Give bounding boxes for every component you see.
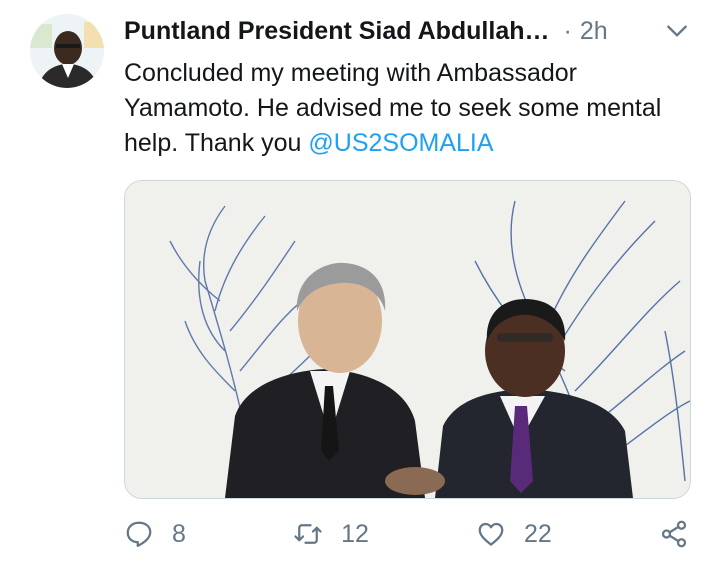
- tweet-text: Concluded my meeting with Ambassador Yam…: [124, 56, 684, 161]
- author-name[interactable]: Puntland President Siad Abdullah…: [124, 17, 550, 46]
- like-count: 22: [524, 519, 552, 548]
- retweet-icon: [294, 524, 322, 544]
- retweet-count: 12: [341, 519, 369, 548]
- timestamp[interactable]: 2h: [580, 17, 608, 46]
- tweet-header: Puntland President Siad Abdullah… · 2h: [124, 14, 700, 48]
- chevron-down-icon[interactable]: [664, 18, 690, 44]
- avatar-image: [30, 14, 104, 88]
- retweet-button[interactable]: 12: [293, 519, 369, 549]
- like-button[interactable]: 22: [476, 519, 552, 549]
- reply-button[interactable]: 8: [124, 519, 186, 549]
- photo-image: [125, 181, 690, 498]
- handshake: [385, 467, 445, 495]
- tweet-photo[interactable]: [124, 180, 691, 499]
- reply-icon: [126, 521, 152, 547]
- heart-icon: [478, 522, 504, 546]
- reply-count: 8: [172, 519, 186, 548]
- share-button[interactable]: [659, 519, 689, 549]
- tweet-actions: 8 12 22: [124, 513, 689, 555]
- avatar[interactable]: [30, 14, 104, 88]
- share-icon: [661, 520, 687, 548]
- separator-dot: ·: [563, 16, 572, 45]
- mention-link[interactable]: @US2SOMALIA: [308, 129, 493, 157]
